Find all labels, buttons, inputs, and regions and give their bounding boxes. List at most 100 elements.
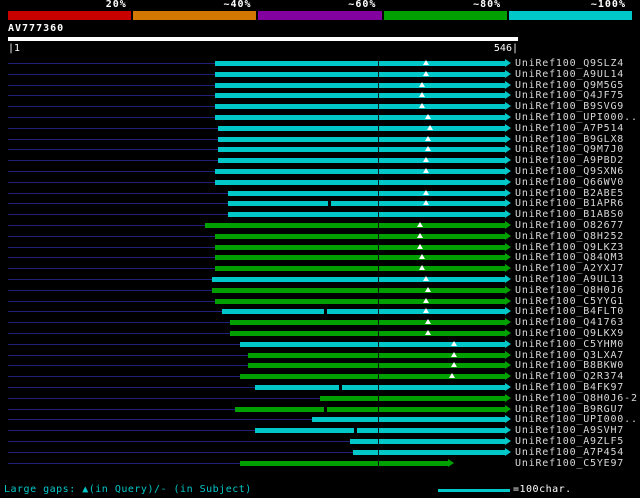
hit-bar[interactable] — [215, 255, 505, 261]
hit-label[interactable]: UniRef100_Q66WV0 — [515, 177, 624, 187]
hit-label[interactable]: UniRef100_C5YHM0 — [515, 339, 624, 349]
query-span-line — [8, 365, 249, 367]
hit-label[interactable]: UniRef100_B4FK97 — [515, 383, 624, 393]
hit-bar[interactable] — [248, 363, 505, 369]
hit-label[interactable]: UniRef100_Q9LKZ3 — [515, 242, 624, 252]
hit-bar[interactable] — [215, 244, 505, 250]
alignment-row: UniRef100_UPI000... — [0, 414, 640, 425]
hit-bar[interactable] — [215, 82, 505, 88]
hit-label[interactable]: UniRef100_A9UL14 — [515, 69, 624, 79]
hit-bar[interactable] — [215, 266, 505, 272]
hit-bar[interactable] — [211, 277, 505, 282]
hit-bar[interactable] — [227, 190, 505, 196]
hit-label[interactable]: UniRef100_O82677 — [515, 221, 624, 231]
hit-bar[interactable] — [254, 385, 505, 390]
hit-label[interactable]: UniRef100_B1ABS0 — [515, 210, 624, 220]
hit-label[interactable]: UniRef100_Q41763 — [515, 318, 624, 328]
hit-label[interactable]: UniRef100_UPI000... — [515, 415, 640, 425]
hit-label[interactable]: UniRef100_Q9M5G5 — [515, 80, 624, 90]
hit-label[interactable]: UniRef100_B1APR6 — [515, 199, 624, 209]
hit-label[interactable]: UniRef100_B2ABE5 — [515, 188, 624, 198]
query-span-line — [8, 462, 240, 464]
hit-bar[interactable] — [215, 61, 505, 66]
hit-bar[interactable] — [227, 212, 505, 218]
hit-label[interactable]: UniRef100_Q8H0J6-2 — [515, 393, 638, 403]
hit-bar[interactable] — [221, 309, 505, 315]
alignment-row: UniRef100_B1ABS0 — [0, 209, 640, 220]
query-span-line — [8, 451, 353, 453]
hit-label[interactable]: UniRef100_C5YYG1 — [515, 296, 624, 306]
hit-bar[interactable] — [215, 179, 505, 185]
hit-label[interactable]: UniRef100_Q8H0J6 — [515, 285, 624, 295]
hit-bar[interactable] — [215, 115, 505, 120]
query-span-line — [8, 419, 312, 421]
hit-label[interactable]: UniRef100_A2YXJ7 — [515, 264, 624, 274]
hit-label[interactable]: UniRef100_B8BKW0 — [515, 361, 624, 371]
hit-bar[interactable] — [230, 320, 505, 326]
hit-bar[interactable] — [215, 298, 505, 304]
hit-label[interactable]: UniRef100_A9SVH7 — [515, 426, 624, 436]
hit-label[interactable]: UniRef100_Q9LKX9 — [515, 329, 624, 339]
hit-label[interactable]: UniRef100_B9RGU7 — [515, 404, 624, 414]
hit-bar[interactable] — [227, 201, 505, 207]
hit-bar[interactable] — [215, 104, 505, 110]
hit-bar[interactable] — [248, 352, 505, 358]
hit-label[interactable]: UniRef100_A9UL13 — [515, 275, 624, 285]
hit-bar[interactable] — [239, 341, 505, 347]
hit-bar[interactable] — [215, 93, 505, 99]
alignment-row: UniRef100_B9SVG9 — [0, 101, 640, 112]
gaps-legend: Large gaps: ▲(in Query)/- (in Subject) — [4, 484, 252, 495]
query-span-line — [8, 192, 228, 194]
hit-label[interactable]: UniRef100_Q8H252 — [515, 231, 624, 241]
hit-bar[interactable] — [239, 374, 505, 380]
hit-bar[interactable] — [239, 460, 448, 466]
hit-bar[interactable] — [218, 136, 505, 142]
query-span-line — [8, 408, 235, 410]
alignment-row: UniRef100_UPI000.. — [0, 112, 640, 123]
hit-label[interactable]: UniRef100_C5YE97 — [515, 458, 624, 468]
hit-bar[interactable] — [218, 147, 505, 153]
hit-label[interactable]: UniRef100_B9SVG9 — [515, 102, 624, 112]
hit-label[interactable]: UniRef100_Q2R374 — [515, 372, 624, 382]
hit-bar[interactable] — [215, 233, 505, 239]
query-span-line — [8, 387, 255, 388]
alignment-row: UniRef100_B9GLX8 — [0, 134, 640, 145]
hit-bar[interactable] — [349, 439, 505, 444]
hit-label[interactable]: UniRef100_B9GLX8 — [515, 134, 624, 144]
hit-bar[interactable] — [254, 428, 505, 434]
hit-label[interactable]: UniRef100_Q9M7J0 — [515, 145, 624, 155]
query-gap-triangle-icon — [425, 146, 432, 152]
query-span-line — [8, 63, 216, 64]
query-gap-triangle-icon — [422, 276, 429, 281]
hit-label[interactable]: UniRef100_UPI000.. — [515, 113, 638, 123]
hit-bar[interactable] — [211, 287, 505, 293]
hit-label[interactable]: UniRef100_Q3LXA7 — [515, 350, 624, 360]
hit-bar[interactable] — [215, 71, 505, 77]
hit-bar[interactable] — [218, 158, 505, 164]
arrowhead-icon — [504, 145, 511, 154]
query-gap-triangle-icon — [425, 286, 432, 292]
hit-label[interactable]: UniRef100_Q4JF75 — [515, 91, 624, 101]
arrowhead-icon — [504, 59, 511, 67]
alignment-row: UniRef100_Q9SLZ4 — [0, 58, 640, 69]
hit-label[interactable]: UniRef100_A9ZLF5 — [515, 437, 624, 447]
query-span-line — [8, 257, 216, 259]
hit-label[interactable]: UniRef100_A7P454 — [515, 447, 624, 457]
hit-label[interactable]: UniRef100_Q9SLZ4 — [515, 59, 624, 69]
hit-bar[interactable] — [205, 223, 505, 228]
query-gap-triangle-icon — [451, 362, 458, 368]
hit-bar[interactable] — [234, 406, 505, 412]
arrowhead-icon — [504, 437, 511, 445]
hit-label[interactable]: UniRef100_A7P514 — [515, 123, 624, 133]
hit-label[interactable]: UniRef100_Q84QM3 — [515, 253, 624, 263]
hit-bar[interactable] — [319, 395, 505, 401]
hit-bar[interactable] — [230, 331, 505, 336]
arrowhead-icon — [504, 253, 511, 262]
hit-label[interactable]: UniRef100_Q9SXN6 — [515, 167, 624, 177]
hit-label[interactable]: UniRef100_B4FLT0 — [515, 307, 624, 317]
hit-label[interactable]: UniRef100_A9PBD2 — [515, 156, 624, 166]
hit-bar[interactable] — [352, 449, 505, 455]
hit-bar[interactable] — [215, 169, 505, 174]
hit-bar[interactable] — [311, 417, 505, 423]
hit-bar[interactable] — [218, 125, 505, 131]
